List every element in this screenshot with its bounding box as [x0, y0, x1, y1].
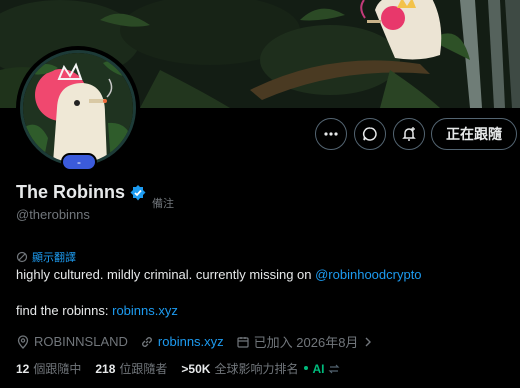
translate-button[interactable]: 顯示翻譯 — [16, 249, 76, 265]
following-label: 個跟隨中 — [33, 362, 82, 376]
link-icon — [142, 336, 152, 347]
bio-text: highly cultured. mildly criminal. curren… — [16, 267, 316, 282]
more-icon — [324, 132, 338, 136]
website-item: robinns.xyz — [140, 334, 224, 349]
ai-dot-icon — [304, 366, 309, 370]
message-button[interactable] — [354, 118, 386, 150]
bio-mention-link[interactable]: @robinhoodcrypto — [315, 267, 421, 282]
joined-text: 已加入 2026年8月 — [253, 335, 359, 350]
translate-label: 顯示翻譯 — [32, 252, 76, 264]
bio-line-2: find the robinns: robinns.xyz — [16, 303, 178, 318]
location-item: ROBINNSLAND — [16, 334, 128, 349]
bell-plus-icon — [402, 127, 416, 141]
avatar[interactable] — [16, 46, 140, 170]
location-pin-icon — [17, 334, 29, 349]
calendar-icon — [237, 336, 249, 348]
profile-meta: ROBINNSLAND robinns.xyz 已加入 2026年8月 — [16, 332, 390, 351]
followers-label: 位跟隨者 — [119, 362, 168, 376]
followers-count: 218 — [95, 362, 116, 376]
more-options-button[interactable] — [315, 118, 347, 150]
rank-stat[interactable]: >50K 全球影响力排名 — [181, 360, 298, 377]
avatar-badge: - — [61, 153, 97, 171]
bio2-text: find the robinns: — [16, 303, 113, 318]
followers-stat[interactable]: 218 位跟隨者 — [95, 360, 167, 377]
joined-item[interactable]: 已加入 2026年8月 — [236, 332, 379, 351]
chevron-right-icon — [365, 337, 372, 346]
following-count: 12 — [16, 362, 30, 376]
notifications-button[interactable] — [393, 118, 425, 150]
profile-stats: 12 個跟隨中 218 位跟隨者 >50K 全球影响力排名 AI — [16, 360, 340, 377]
verified-badge-icon[interactable] — [129, 184, 147, 202]
profile-handle: @therobinns — [16, 207, 90, 222]
rank-value: >50K — [181, 362, 211, 376]
location-text: ROBINNSLAND — [34, 334, 128, 349]
bio-website-link[interactable]: robinns.xyz — [112, 303, 178, 318]
name-row: The Robinns — [16, 182, 147, 203]
message-icon — [362, 127, 377, 141]
following-button[interactable]: 正在跟隨 — [431, 118, 517, 150]
translate-icon — [16, 251, 28, 263]
rank-label: 全球影响力排名 — [214, 362, 299, 376]
ai-tag[interactable]: AI — [312, 362, 324, 376]
bio: highly cultured. mildly criminal. curren… — [16, 267, 422, 282]
following-stat[interactable]: 12 個跟隨中 — [16, 360, 81, 377]
display-name: The Robinns — [16, 182, 125, 202]
website-link[interactable]: robinns.xyz — [158, 334, 224, 349]
note-button[interactable]: 備注 — [152, 195, 174, 211]
swap-icon[interactable] — [328, 363, 340, 375]
